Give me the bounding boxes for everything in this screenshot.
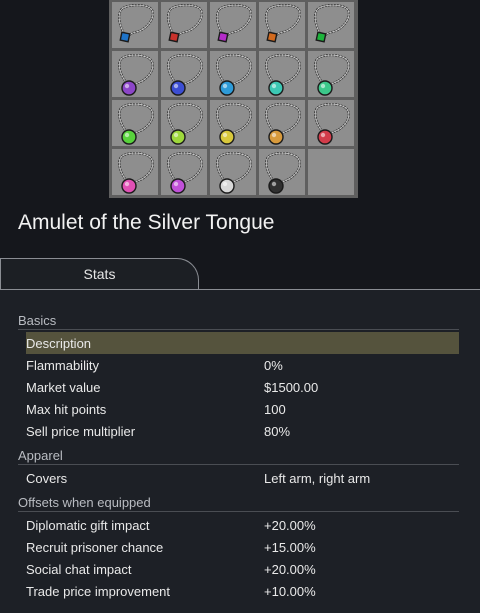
amulet-sprite-cell bbox=[161, 2, 207, 48]
amulet-icon bbox=[216, 54, 252, 96]
item-title: Amulet of the Silver Tongue bbox=[18, 211, 275, 234]
stat-value: +15.00% bbox=[264, 539, 316, 555]
gem-icon bbox=[219, 178, 235, 194]
amulet-icon bbox=[265, 4, 301, 43]
amulet-sprite-cell bbox=[259, 2, 305, 48]
gem-icon bbox=[268, 178, 284, 194]
amulet-sprite-cell bbox=[210, 2, 256, 48]
amulet-icon bbox=[118, 152, 154, 194]
gem-icon bbox=[317, 129, 333, 145]
stat-label: Description bbox=[26, 335, 92, 351]
amulet-sprite-cell bbox=[210, 51, 256, 97]
amulet-sprite-cell bbox=[259, 149, 305, 195]
stat-value: 0% bbox=[264, 357, 283, 373]
amulet-icon bbox=[216, 103, 252, 145]
amulet-icon bbox=[216, 4, 252, 43]
stat-label: Max hit points bbox=[26, 401, 107, 417]
stat-row-social-chat-impact[interactable]: Social chat impact +20.00% bbox=[26, 558, 459, 580]
amulet-icon bbox=[314, 54, 350, 96]
amulet-sprite-cell bbox=[308, 51, 354, 97]
section-header-offsets: Offsets when equipped bbox=[18, 495, 459, 512]
amulet-sprite-cell bbox=[161, 100, 207, 146]
gem-icon bbox=[315, 31, 327, 43]
stat-label: Trade price improvement bbox=[26, 583, 171, 599]
stat-row-flammability[interactable]: Flammability 0% bbox=[26, 354, 459, 376]
stat-label: Market value bbox=[26, 379, 101, 395]
gem-icon bbox=[119, 31, 131, 43]
stat-row-trade-price-improvement[interactable]: Trade price improvement +10.00% bbox=[26, 580, 459, 602]
empty-sprite-cell bbox=[308, 149, 354, 195]
stats-panel: Basics Description Flammability 0% Marke… bbox=[0, 289, 480, 613]
amulet-icon bbox=[314, 103, 350, 145]
stat-value: Left arm, right arm bbox=[264, 470, 371, 486]
stat-row-diplomatic-gift-impact[interactable]: Diplomatic gift impact +20.00% bbox=[26, 514, 459, 536]
amulet-sprite-cell bbox=[161, 149, 207, 195]
stat-label: Diplomatic gift impact bbox=[26, 517, 150, 533]
amulet-icon bbox=[265, 152, 301, 194]
amulet-icon bbox=[265, 103, 301, 145]
amulet-icon bbox=[118, 54, 154, 96]
stat-value: 100 bbox=[264, 401, 286, 417]
stat-value: 80% bbox=[264, 423, 291, 439]
gem-icon bbox=[170, 178, 186, 194]
stat-row-sell-price-multiplier[interactable]: Sell price multiplier 80% bbox=[26, 420, 459, 442]
amulet-sprite-cell bbox=[308, 100, 354, 146]
amulet-icon bbox=[118, 103, 154, 145]
gem-icon bbox=[268, 129, 284, 145]
gem-icon bbox=[266, 31, 278, 43]
gem-icon bbox=[168, 31, 180, 43]
stat-row-max-hit-points[interactable]: Max hit points 100 bbox=[26, 398, 459, 420]
gem-icon bbox=[268, 80, 284, 96]
stat-label: Social chat impact bbox=[26, 561, 132, 577]
gem-icon bbox=[121, 178, 137, 194]
amulet-icon bbox=[118, 4, 154, 43]
amulet-sprite-cell bbox=[161, 51, 207, 97]
gem-icon bbox=[170, 129, 186, 145]
amulet-icon bbox=[167, 152, 203, 194]
amulet-sprite-cell bbox=[210, 100, 256, 146]
stat-row-recruit-prisoner-chance[interactable]: Recruit prisoner chance +15.00% bbox=[26, 536, 459, 558]
stat-row-market-value[interactable]: Market value $1500.00 bbox=[26, 376, 459, 398]
stat-value: +20.00% bbox=[264, 517, 316, 533]
amulet-sprite-cell bbox=[259, 100, 305, 146]
amulet-sprite-cell bbox=[112, 2, 158, 48]
stat-value: +10.00% bbox=[264, 583, 316, 599]
amulet-sprite-cell bbox=[112, 100, 158, 146]
gem-icon bbox=[317, 80, 333, 96]
amulet-sprite-cell bbox=[210, 149, 256, 195]
gem-icon bbox=[219, 129, 235, 145]
gem-icon bbox=[121, 129, 137, 145]
amulet-icon bbox=[216, 152, 252, 194]
amulet-sprite-cell bbox=[112, 149, 158, 195]
amulet-sprite-sheet bbox=[109, 0, 358, 198]
amulet-icon bbox=[167, 4, 203, 43]
stat-row-covers[interactable]: Covers Left arm, right arm bbox=[26, 467, 459, 489]
amulet-icon bbox=[167, 103, 203, 145]
amulet-sprite-cell bbox=[259, 51, 305, 97]
stat-row-description[interactable]: Description bbox=[26, 332, 459, 354]
stat-label: Flammability bbox=[26, 357, 99, 373]
section-header-apparel: Apparel bbox=[18, 448, 459, 465]
gem-icon bbox=[217, 31, 229, 43]
amulet-sprite-cell bbox=[112, 51, 158, 97]
amulet-icon bbox=[265, 54, 301, 96]
amulet-sprite-cell bbox=[308, 2, 354, 48]
gem-icon bbox=[121, 80, 137, 96]
amulet-icon bbox=[314, 4, 350, 43]
stat-label: Recruit prisoner chance bbox=[26, 539, 164, 555]
stat-value: +20.00% bbox=[264, 561, 316, 577]
stat-value: $1500.00 bbox=[264, 379, 319, 395]
gem-icon bbox=[219, 80, 235, 96]
section-header-basics: Basics bbox=[18, 313, 459, 330]
stat-label: Sell price multiplier bbox=[26, 423, 136, 439]
stat-label: Covers bbox=[26, 470, 68, 486]
tab-stats[interactable]: Stats bbox=[0, 258, 199, 289]
tab-stats-label: Stats bbox=[83, 266, 116, 282]
amulet-icon bbox=[167, 54, 203, 96]
gem-icon bbox=[170, 80, 186, 96]
